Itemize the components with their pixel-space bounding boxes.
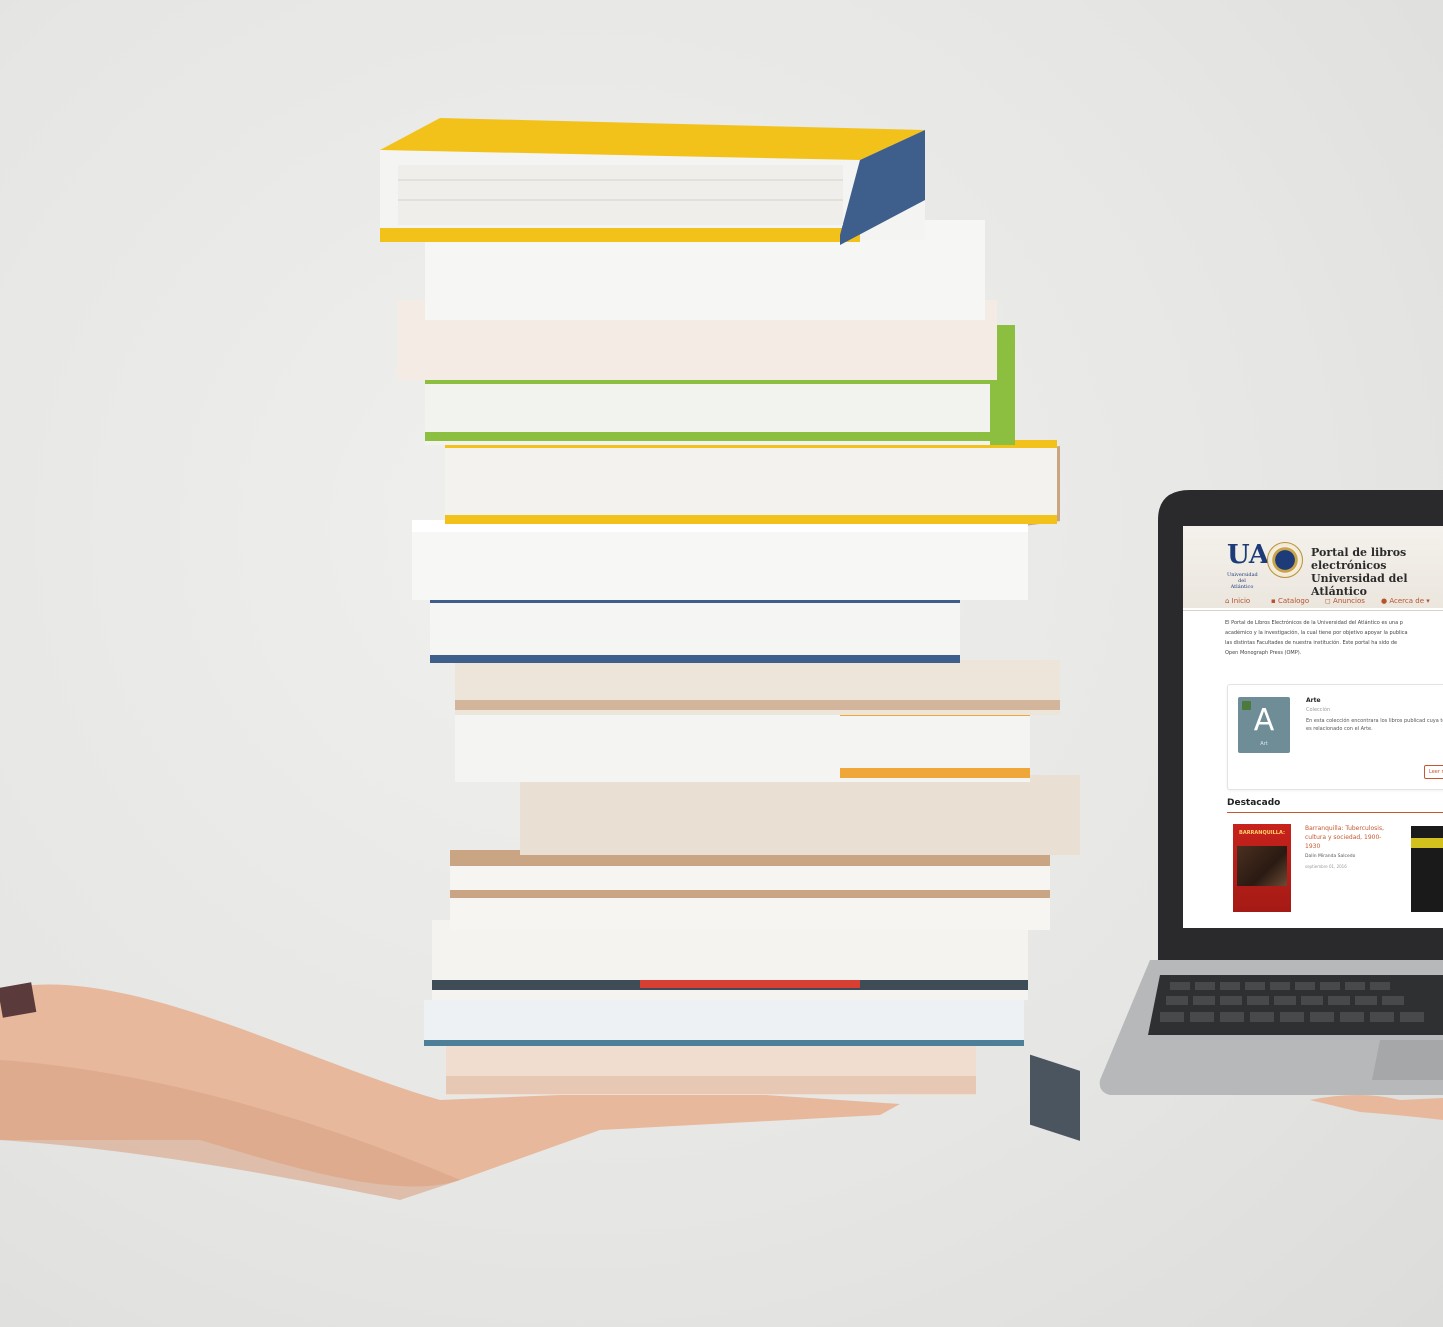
featured-book-author: Dalín Miranda Salcedo [1305, 854, 1356, 859]
portal-nav: ⌂ Inicio ▪ Catalogo ◻ Anuncios ● Acerca … [1183, 594, 1443, 610]
nav-inicio-label: Inicio [1231, 597, 1251, 605]
featured-book-title[interactable]: Barranquilla: Tuberculosis, cultura y so… [1305, 824, 1395, 851]
portal-title-line1: Portal de libros electrónicos [1311, 546, 1407, 572]
featured-heading: Destacado [1227, 798, 1281, 808]
header-divider [1183, 610, 1443, 611]
book-stack [380, 118, 1080, 1141]
logo-letters: UA [1227, 540, 1270, 570]
read-more-button[interactable]: Leer r [1424, 765, 1443, 779]
nav-anuncios-label: Anuncios [1333, 597, 1365, 605]
right-hand [1310, 1095, 1443, 1120]
photo-scene: UA Universidad del Atlántico Portal de l… [0, 0, 1443, 1327]
featured-book-cover-2[interactable] [1411, 826, 1443, 912]
featured-divider [1227, 812, 1443, 813]
featured-book-date: septiembre 01, 2016 [1305, 864, 1347, 869]
thumbnail-caption: Art [1260, 741, 1268, 747]
book-8 [430, 595, 960, 663]
book2-band [1411, 838, 1443, 848]
intro-line: las distintas Facultades de nuestra inst… [1225, 640, 1398, 646]
nav-anuncios[interactable]: ◻ Anuncios [1325, 597, 1365, 605]
logo-caption: Universidad del Atlántico [1227, 572, 1258, 590]
watch-band [0, 982, 37, 1018]
nav-catalogo[interactable]: ▪ Catalogo [1271, 597, 1309, 605]
university-seal-icon [1267, 542, 1303, 578]
university-logo: UA Universidad del Atlántico [1227, 540, 1270, 590]
nav-acerca[interactable]: ● Acerca de ▾ [1381, 597, 1430, 605]
book-bottom-2 [424, 1000, 1024, 1046]
portal-header: UA Universidad del Atlántico Portal de l… [1183, 526, 1443, 608]
nav-inicio[interactable]: ⌂ Inicio [1225, 597, 1250, 605]
book-cover-title: BARRANQUILLA: [1239, 830, 1285, 836]
book-10 [445, 440, 1057, 524]
collection-thumbnail[interactable]: A Art [1238, 697, 1290, 753]
collection-title[interactable]: Arte [1306, 697, 1321, 704]
book-5 [520, 775, 1080, 855]
portal-title: Portal de libros electrónicos Universida… [1311, 546, 1443, 598]
featured-book-cover[interactable]: BARRANQUILLA: [1233, 824, 1291, 912]
collection-card: A Art Arte Colección En esta colección e… [1227, 684, 1443, 790]
nav-acerca-label: Acerca de ▾ [1389, 597, 1430, 605]
thumbnail-letter: A [1253, 703, 1275, 738]
laptop-screen: UA Universidad del Atlántico Portal de l… [1183, 526, 1443, 928]
collection-description: En esta colección encontrara los libros … [1306, 718, 1443, 732]
laptop-trackpad [1372, 1040, 1443, 1080]
intro-line: El Portal de Libros Electrónicos de la U… [1225, 620, 1403, 626]
book-cover-image [1237, 846, 1287, 886]
collection-subtitle: Colección [1306, 707, 1331, 713]
intro-line: Open Monograph Press (OMP). [1225, 650, 1302, 656]
nav-catalogo-label: Catalogo [1277, 597, 1310, 605]
intro-text: El Portal de Libros Electrónicos de la U… [1225, 618, 1443, 658]
intro-line: académico y la investigación, la cual ti… [1225, 630, 1408, 636]
